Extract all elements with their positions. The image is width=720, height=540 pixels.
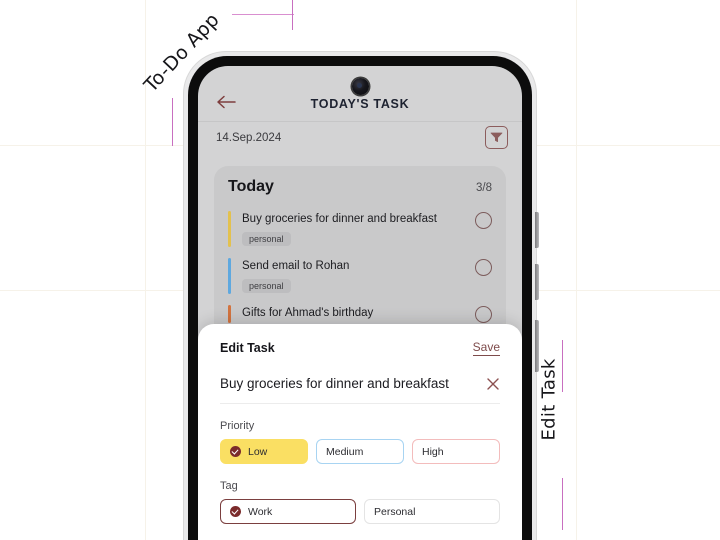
close-icon[interactable] <box>486 377 500 391</box>
task-title: Gifts for Ahmad's birthday <box>242 307 374 319</box>
task-checkbox[interactable] <box>475 259 492 276</box>
tag-option-work[interactable]: Work <box>220 499 356 524</box>
guide-line-top <box>232 14 294 15</box>
guide-line-edit-lower <box>562 478 563 530</box>
save-button[interactable]: Save <box>472 340 500 356</box>
tag-label: Tag <box>220 480 238 492</box>
task-priority-bar <box>228 305 231 323</box>
task-count-badge: 3/8 <box>476 182 492 194</box>
sheet-header: Edit Task Save <box>220 324 500 356</box>
design-canvas: To-Do App Edit Task TODAY'S TASK 14.Sep.… <box>0 0 720 540</box>
task-tag: personal <box>242 279 291 293</box>
priority-option-low[interactable]: Low <box>220 439 308 464</box>
guide-line-top-vertical <box>292 0 293 30</box>
guide-line-todo <box>172 98 173 146</box>
guide-line-edit-upper <box>562 340 563 392</box>
task-content: Gifts for Ahmad's birthday <box>242 305 475 321</box>
task-row[interactable]: Send email to Rohan personal <box>228 255 492 302</box>
page-title: TODAY'S TASK <box>310 97 410 111</box>
priority-options: Low Medium High <box>220 439 500 464</box>
task-name-input[interactable]: Buy groceries for dinner and breakfast <box>220 356 500 404</box>
task-checkbox[interactable] <box>475 306 492 323</box>
sheet-title: Edit Task <box>220 341 275 355</box>
tag-options: Work Personal <box>220 499 500 524</box>
tag-option-personal[interactable]: Personal <box>364 499 500 524</box>
phone-mockup: TODAY'S TASK 14.Sep.2024 Today 3/8 Buy g… <box>184 52 539 540</box>
priority-option-medium[interactable]: Medium <box>316 439 404 464</box>
phone-bezel: TODAY'S TASK 14.Sep.2024 Today 3/8 Buy g… <box>188 56 532 540</box>
phone-power-button[interactable] <box>535 320 539 372</box>
task-tag: personal <box>242 232 291 246</box>
task-title: Send email to Rohan <box>242 260 350 272</box>
task-title: Buy groceries for dinner and breakfast <box>242 213 437 225</box>
priority-option-label: Medium <box>326 445 364 458</box>
task-checkbox[interactable] <box>475 212 492 229</box>
priority-option-label: Low <box>248 445 268 458</box>
task-priority-bar <box>228 211 231 247</box>
annotation-edit-task: Edit Task <box>538 358 560 441</box>
phone-volume-up-button[interactable] <box>535 212 539 248</box>
tag-option-label: Personal <box>374 505 416 518</box>
priority-label: Priority <box>220 420 255 432</box>
filter-icon[interactable] <box>485 126 508 149</box>
task-card-header: Today 3/8 <box>228 178 492 196</box>
priority-option-label: High <box>422 445 444 458</box>
check-icon <box>230 506 241 517</box>
task-row[interactable]: Buy groceries for dinner and breakfast p… <box>228 208 492 255</box>
edit-task-sheet: Edit Task Save Buy groceries for dinner … <box>198 324 522 540</box>
date-row: 14.Sep.2024 <box>198 122 522 156</box>
phone-screen: TODAY'S TASK 14.Sep.2024 Today 3/8 Buy g… <box>198 66 522 540</box>
app-header: TODAY'S TASK <box>198 66 522 122</box>
task-content: Buy groceries for dinner and breakfast p… <box>242 211 475 247</box>
check-icon <box>230 446 241 457</box>
grid-line-vertical <box>576 0 577 540</box>
current-date: 14.Sep.2024 <box>216 132 282 144</box>
tag-option-label: Work <box>248 505 273 518</box>
priority-option-high[interactable]: High <box>412 439 500 464</box>
task-content: Send email to Rohan personal <box>242 258 475 294</box>
phone-volume-down-button[interactable] <box>535 264 539 300</box>
task-card-title: Today <box>228 178 274 195</box>
task-name-value: Buy groceries for dinner and breakfast <box>220 376 449 391</box>
task-priority-bar <box>228 258 231 294</box>
